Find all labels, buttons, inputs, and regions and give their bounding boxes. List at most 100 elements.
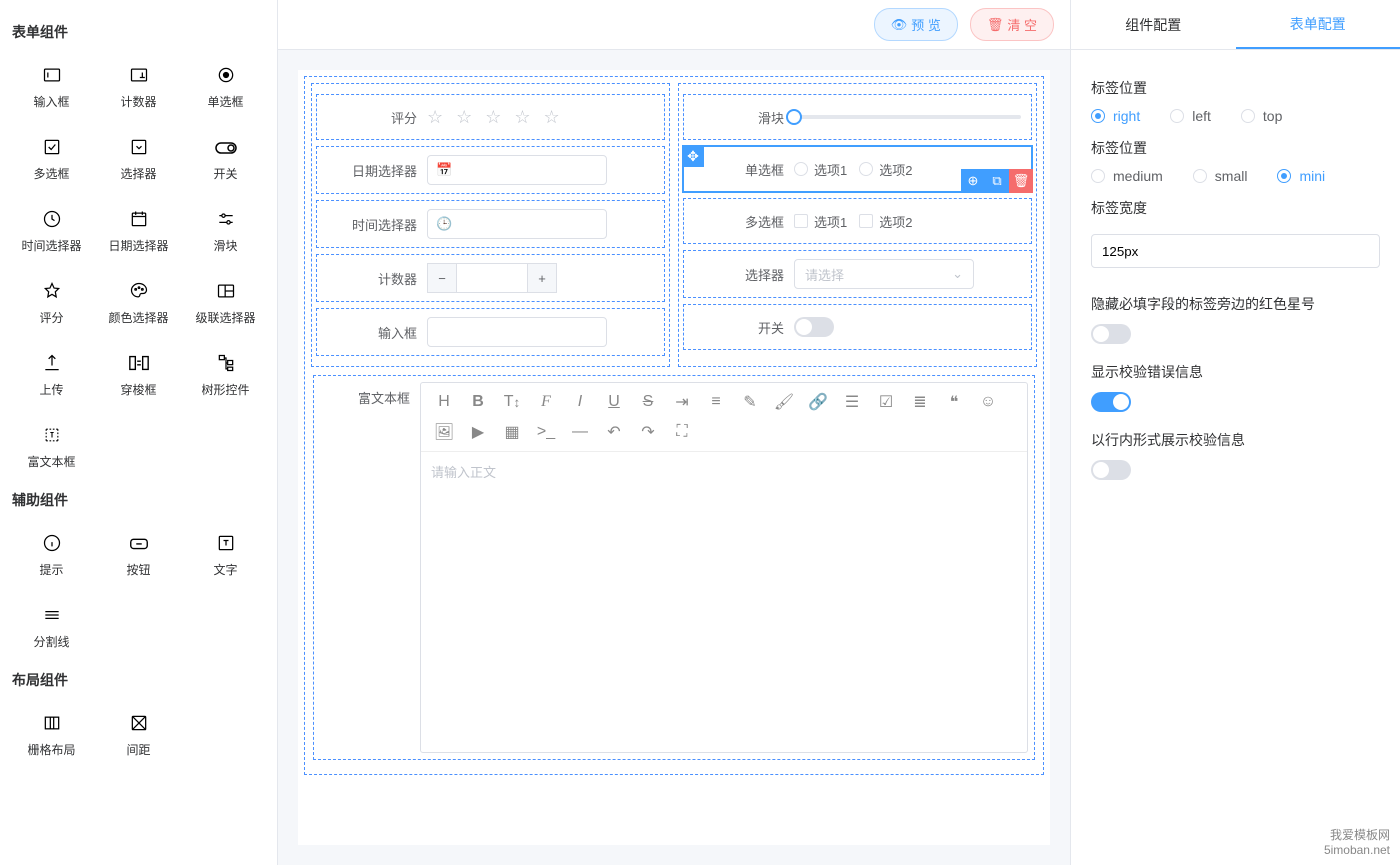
radio-top[interactable]: top (1241, 108, 1282, 124)
form-item-time[interactable]: 时间选择器 🕒 (316, 200, 665, 248)
tool-clone[interactable]: ⊕ (961, 169, 985, 193)
comp-time[interactable]: 时间选择器 (8, 196, 95, 262)
radio-mini[interactable]: mini (1277, 168, 1325, 184)
form-item-slider[interactable]: 滑块 (683, 94, 1032, 140)
slider-track[interactable] (794, 115, 1021, 119)
radio-small[interactable]: small (1193, 168, 1248, 184)
layout-col-left[interactable]: 评分 ☆ ☆ ☆ ☆ ☆ 日期选择器 📅 时间选择器 🕒 (311, 83, 670, 367)
checkbox-option[interactable]: 选项1 (794, 212, 847, 231)
rte-foreground-icon[interactable]: ✎ (733, 387, 767, 417)
comp-color[interactable]: 颜色选择器 (95, 268, 182, 334)
counter-value[interactable] (457, 263, 527, 293)
counter-decr[interactable]: − (427, 263, 457, 293)
hide-asterisk-switch[interactable] (1091, 324, 1131, 344)
layout-col-right[interactable]: 滑块 ✥ 单选框 选项1 选项2 (678, 83, 1037, 367)
form-item-radio[interactable]: ✥ 单选框 选项1 选项2 ⊕ ⧉ 🗑 (683, 146, 1032, 192)
select-input[interactable]: 请选择⌄ (794, 259, 974, 289)
form-item-switch[interactable]: 开关 (683, 304, 1032, 350)
form-item-counter[interactable]: 计数器 −+ (316, 254, 665, 302)
counter-incr[interactable]: + (527, 263, 557, 293)
comp-switch[interactable]: 开关 (182, 124, 269, 190)
comp-slider[interactable]: 滑块 (182, 196, 269, 262)
rte-fullscreen-icon[interactable]: ⛶ (665, 417, 699, 447)
rte-underline-icon[interactable]: U (597, 387, 631, 417)
checkbox-option[interactable]: 选项2 (859, 212, 912, 231)
inline-error-switch[interactable] (1091, 460, 1131, 480)
rte-body[interactable]: 请输入正文 (421, 452, 1027, 752)
radio-option[interactable]: 选项1 (794, 160, 847, 179)
show-error-switch[interactable] (1091, 392, 1131, 412)
comp-input[interactable]: 输入框 (8, 52, 95, 118)
text-input[interactable] (427, 317, 607, 347)
radio-medium[interactable]: medium (1091, 168, 1163, 184)
comp-checkbox[interactable]: 多选框 (8, 124, 95, 190)
slider-thumb[interactable] (786, 109, 802, 125)
comp-grid-layout[interactable]: 栅格布局 (8, 700, 95, 766)
comp-radio[interactable]: 单选框 (182, 52, 269, 118)
form-item-select[interactable]: 选择器 请选择⌄ (683, 250, 1032, 298)
rte-emoji-icon[interactable]: ☺ (971, 387, 1005, 417)
comp-tree[interactable]: 树形控件 (182, 340, 269, 406)
tool-copy[interactable]: ⧉ (985, 169, 1009, 193)
switch-control[interactable] (794, 317, 834, 337)
radio-right[interactable]: right (1091, 108, 1140, 124)
rte-heading-icon[interactable]: H (427, 387, 461, 417)
tab-component-config[interactable]: 组件配置 (1071, 0, 1236, 49)
rte-bold-icon[interactable]: B (461, 387, 495, 417)
watermark: 我爱模板网 5imoban.net (1324, 828, 1390, 859)
comp-upload[interactable]: 上传 (8, 340, 95, 406)
comp-counter[interactable]: 计数器 (95, 52, 182, 118)
comp-label: 开关 (213, 165, 237, 182)
comp-gap[interactable]: 间距 (95, 700, 182, 766)
rte-fontsize-icon[interactable]: T↕ (495, 387, 529, 417)
rte-indent-icon[interactable]: ⇥ (665, 387, 699, 417)
drop-area[interactable]: 评分 ☆ ☆ ☆ ☆ ☆ 日期选择器 📅 时间选择器 🕒 (304, 76, 1044, 775)
preview-button[interactable]: 👁预 览 (874, 8, 958, 41)
rte-italic-icon[interactable]: I (563, 387, 597, 417)
form-item-checkbox[interactable]: 多选框 选项1 选项2 (683, 198, 1032, 244)
form-label: 开关 (694, 318, 794, 337)
tool-delete[interactable]: 🗑 (1009, 169, 1033, 193)
radio-option[interactable]: 选项2 (859, 160, 912, 179)
rte-video-icon[interactable]: ▶ (461, 417, 495, 447)
form-item-richtext[interactable]: 富文本框 H B T↕ F I U S ⇥ ≡ (313, 375, 1035, 760)
comp-divider[interactable]: 分割线 (8, 592, 95, 658)
comp-date[interactable]: 日期选择器 (95, 196, 182, 262)
comp-rate[interactable]: 评分 (8, 268, 95, 334)
rte-hr-icon[interactable]: — (563, 417, 597, 447)
form-item-date[interactable]: 日期选择器 📅 (316, 146, 665, 194)
rating-stars[interactable]: ☆ ☆ ☆ ☆ ☆ (427, 107, 564, 128)
rte-font-icon[interactable]: F (529, 387, 563, 417)
form-item-input[interactable]: 输入框 (316, 308, 665, 356)
rte-redo-icon[interactable]: ↷ (631, 417, 665, 447)
comp-cascader[interactable]: 级联选择器 (182, 268, 269, 334)
move-handle[interactable]: ✥ (682, 145, 704, 167)
rte-check-icon[interactable]: ☑ (869, 387, 903, 417)
sidebar-section-title: 布局组件 (8, 658, 269, 700)
comp-select[interactable]: 选择器 (95, 124, 182, 190)
label-width-input[interactable] (1091, 234, 1380, 268)
form-item-rate[interactable]: 评分 ☆ ☆ ☆ ☆ ☆ (316, 94, 665, 140)
rte-link-icon[interactable]: 🔗 (801, 387, 835, 417)
tab-form-config[interactable]: 表单配置 (1236, 0, 1400, 49)
canvas-scroll[interactable]: 评分 ☆ ☆ ☆ ☆ ☆ 日期选择器 📅 时间选择器 🕒 (278, 50, 1070, 865)
radio-left[interactable]: left (1170, 108, 1211, 124)
comp-text[interactable]: 文字 (182, 520, 269, 586)
rte-background-icon[interactable]: 🖌 (767, 387, 801, 417)
rte-list-icon[interactable]: ☰ (835, 387, 869, 417)
rte-undo-icon[interactable]: ↶ (597, 417, 631, 447)
clear-button[interactable]: 🗑清 空 (970, 8, 1054, 41)
rte-image-icon[interactable]: 🖼 (427, 417, 461, 447)
comp-alert[interactable]: 提示 (8, 520, 95, 586)
comp-transfer[interactable]: 穿梭框 (95, 340, 182, 406)
time-input[interactable]: 🕒 (427, 209, 607, 239)
comp-button[interactable]: 按钮 (95, 520, 182, 586)
rte-code-icon[interactable]: >_ (529, 417, 563, 447)
rte-strike-icon[interactable]: S (631, 387, 665, 417)
rte-quote-icon[interactable]: ❝ (937, 387, 971, 417)
date-input[interactable]: 📅 (427, 155, 607, 185)
comp-richtext[interactable]: 富文本框 (8, 412, 95, 478)
rte-align-icon[interactable]: ≣ (903, 387, 937, 417)
rte-lineheight-icon[interactable]: ≡ (699, 387, 733, 417)
rte-table-icon[interactable]: ▦ (495, 417, 529, 447)
